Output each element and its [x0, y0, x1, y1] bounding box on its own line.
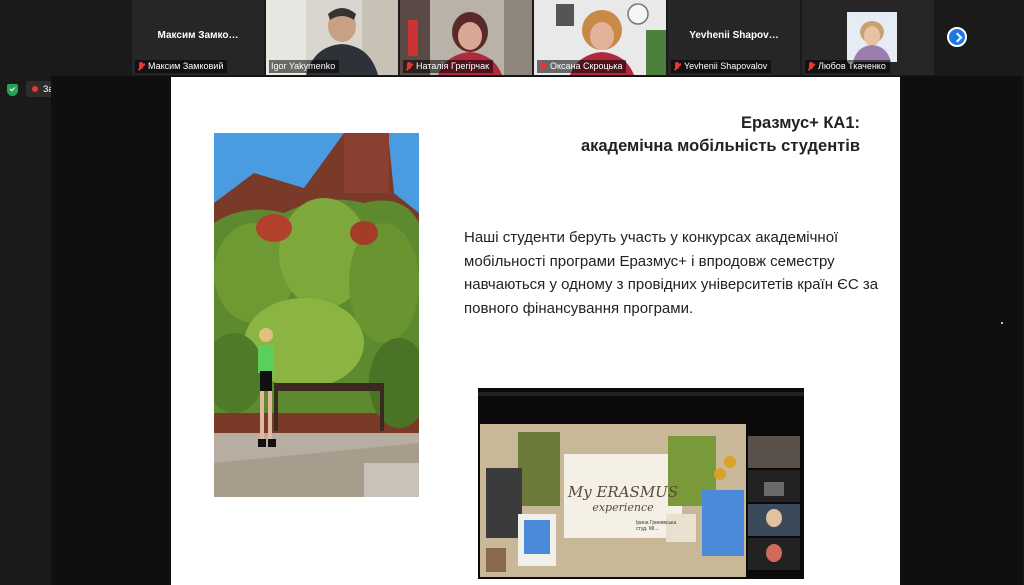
participant-name: Максим Замковий: [148, 61, 224, 71]
slide-photo: [214, 133, 419, 497]
video-title-line1: My ERASMUS: [567, 483, 679, 501]
participant-caption: Оксана Скроцька: [537, 60, 627, 73]
participant-name: Yevhenii Shapovalov: [684, 61, 768, 71]
embedded-video-window[interactable]: My ERASMUS experience Ірина Гриневська с…: [478, 388, 804, 579]
video-note: Ірина Гриневська студ. МІ...: [636, 520, 686, 532]
participant-name: Оксана Скроцька: [550, 61, 623, 71]
slide-title: Еразмус+ КА1: академічна мобільність сту…: [555, 112, 860, 158]
participant-display-name: Yevhenii Shapov…: [689, 30, 779, 41]
recording-dot-icon: [32, 86, 38, 92]
video-note-line2: студ. МІ...: [636, 526, 659, 532]
participant-name: Наталія Грегірчак: [416, 61, 490, 71]
security-shield-icon[interactable]: [7, 84, 18, 96]
mic-muted-icon: [807, 61, 815, 72]
video-title: My ERASMUS experience: [564, 484, 682, 516]
participant-caption: Максим Замковий: [135, 60, 228, 73]
participant-caption: Любов Ткаченко: [805, 60, 890, 73]
participant-tile[interactable]: Yevhenii Shapov… Yevhenii Shapovalov: [668, 0, 800, 75]
mic-muted-icon: [673, 61, 681, 72]
participant-tile[interactable]: Igor Yakymenko: [266, 0, 398, 75]
participant-name: Igor Yakymenko: [271, 61, 336, 71]
participant-caption: Igor Yakymenko: [269, 60, 340, 73]
participant-name: Любов Ткаченко: [818, 61, 886, 71]
participant-tile[interactable]: Максим Замко… Максим Замковий: [132, 0, 264, 75]
participant-strip: Максим Замко… Максим Замковий Igor Yakym…: [0, 0, 1024, 76]
slide-title-line2: академічна мобільність студентів: [580, 137, 860, 155]
mic-muted-icon: [539, 61, 547, 72]
participant-tile[interactable]: Наталія Грегірчак: [400, 0, 532, 75]
mic-muted-icon: [405, 61, 413, 72]
participant-caption: Наталія Грегірчак: [403, 60, 494, 73]
mic-muted-icon: [137, 61, 145, 72]
participant-tile[interactable]: Любов Ткаченко: [802, 0, 934, 75]
slide-title-line1: Еразмус+ КА1:: [740, 114, 860, 132]
next-page-icon[interactable]: [947, 27, 967, 47]
participant-caption: Yevhenii Shapovalov: [671, 60, 772, 73]
slide-body: Наші студенти беруть участь у конкурсах …: [464, 229, 879, 317]
video-title-line2: experience: [592, 501, 654, 514]
screen-dot: [1001, 322, 1003, 324]
avatar: [847, 12, 897, 62]
participant-tile[interactable]: Оксана Скроцька: [534, 0, 666, 75]
participant-display-name: Максим Замко…: [157, 30, 239, 41]
